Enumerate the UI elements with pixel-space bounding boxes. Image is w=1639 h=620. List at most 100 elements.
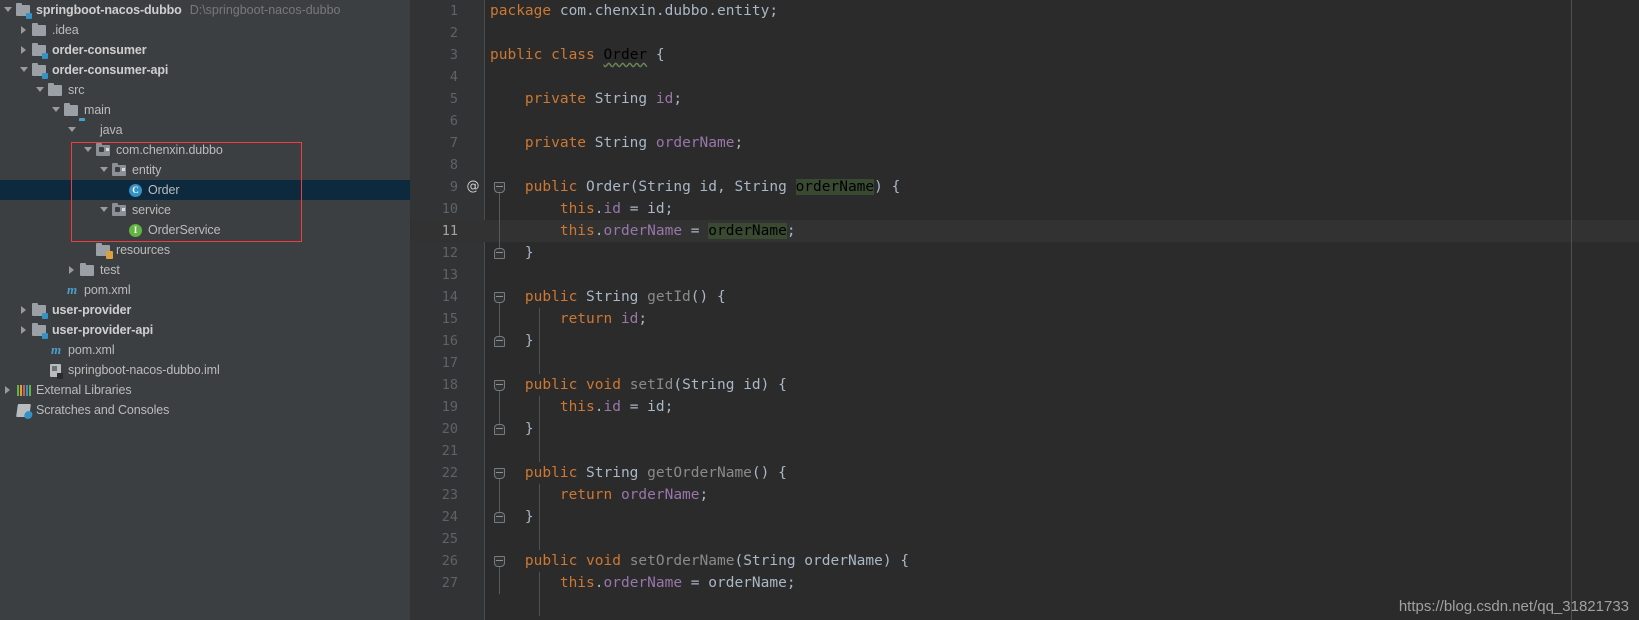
code-line[interactable]: 16 }: [410, 330, 1639, 352]
code-line[interactable]: 20 }: [410, 418, 1639, 440]
chevron-down-icon[interactable]: [82, 140, 95, 160]
tree-item-label: resources: [116, 243, 170, 257]
code-line[interactable]: 3 public class Order {: [410, 44, 1639, 66]
tree-item-main[interactable]: main: [0, 100, 410, 120]
module-icon: [15, 0, 33, 20]
code-editor[interactable]: 1 package com.chenxin.dubbo.entity; 2 3 publ…: [410, 0, 1639, 620]
folder-icon: [79, 260, 97, 280]
chevron-down-icon[interactable]: [18, 60, 31, 80]
tree-item-user-provider[interactable]: user-provider: [0, 300, 410, 320]
chevron-down-icon[interactable]: [98, 160, 111, 180]
code-line[interactable]: 24 }: [410, 506, 1639, 528]
code-line[interactable]: 5 private String id;: [410, 88, 1639, 110]
tree-item-pom-xml[interactable]: m pom.xml: [0, 340, 410, 360]
code-line[interactable]: 8: [410, 154, 1639, 176]
chevron-right-icon[interactable]: [18, 300, 31, 320]
tree-item-test[interactable]: test: [0, 260, 410, 280]
tree-item-springboot-nacos-dubbo-iml[interactable]: springboot-nacos-dubbo.iml: [0, 360, 410, 380]
code-text: this.orderName = orderName;: [559, 223, 796, 239]
line-number: 27: [441, 575, 458, 591]
line-number: 10: [441, 201, 458, 217]
chevron-down-icon[interactable]: [66, 120, 79, 140]
iml-file-icon: [47, 360, 65, 380]
code-line[interactable]: 1 package com.chenxin.dubbo.entity;: [410, 0, 1639, 22]
code-line[interactable]: 26 public void setOrderName(String order…: [410, 550, 1639, 572]
module-icon: [31, 320, 49, 340]
tree-item-order[interactable]: C Order: [0, 180, 410, 200]
tree-item-label: entity: [132, 163, 162, 177]
package-icon: [111, 160, 129, 180]
tree-item-src[interactable]: src: [0, 80, 410, 100]
code-line[interactable]: 18 public void setId(String id) {: [410, 374, 1639, 396]
tree-item-order-consumer[interactable]: order-consumer: [0, 40, 410, 60]
chevron-down-icon[interactable]: [98, 200, 111, 220]
tree-item-pom-xml[interactable]: m pom.xml: [0, 280, 410, 300]
indent-guide: [539, 572, 540, 616]
code-line[interactable]: 15 return id;: [410, 308, 1639, 330]
code-line[interactable]: 12 }: [410, 242, 1639, 264]
annotation-gutter-icon[interactable]: @: [466, 176, 480, 198]
folder-icon: [31, 20, 49, 40]
code-line[interactable]: 10 this.id = id;: [410, 198, 1639, 220]
tree-item-label: service: [132, 203, 171, 217]
chevron-right-icon[interactable]: [18, 20, 31, 40]
tree-item-label: com.chenxin.dubbo: [116, 143, 223, 157]
code-line[interactable]: 21: [410, 440, 1639, 462]
chevron-right-icon[interactable]: [18, 40, 31, 60]
project-tree-panel[interactable]: springboot-nacos-dubbo D:\springboot-naco…: [0, 0, 410, 620]
tree-item-springboot-nacos-dubbo[interactable]: springboot-nacos-dubbo D:\springboot-naco…: [0, 0, 410, 20]
tree-item-orderservice[interactable]: I OrderService: [0, 220, 410, 240]
maven-icon: m: [50, 342, 62, 357]
code-line[interactable]: 9 @ public Order(String id, String orderN…: [410, 176, 1639, 198]
tree-item-entity[interactable]: entity: [0, 160, 410, 180]
code-line[interactable]: 11 this.orderName = orderName;: [410, 220, 1639, 242]
chevron-down-icon[interactable]: [50, 100, 63, 120]
tree-item-java[interactable]: java: [0, 120, 410, 140]
tree-item-label: src: [68, 83, 85, 97]
tree-item-com-chenxin-dubbo[interactable]: com.chenxin.dubbo: [0, 140, 410, 160]
tree-item-order-consumer-api[interactable]: order-consumer-api: [0, 60, 410, 80]
tree-item-external-libraries[interactable]: External Libraries: [0, 380, 410, 400]
line-number: 4: [449, 69, 458, 85]
line-number: 25: [441, 531, 458, 547]
tree-item-idea[interactable]: .idea: [0, 20, 410, 40]
code-line[interactable]: 25: [410, 528, 1639, 550]
code-line[interactable]: 22 public String getOrderName() {: [410, 462, 1639, 484]
line-number: 2: [449, 25, 458, 41]
code-line[interactable]: 19 this.id = id;: [410, 396, 1639, 418]
chevron-right-icon[interactable]: [2, 380, 15, 400]
tree-item-label: springboot-nacos-dubbo: [36, 3, 182, 17]
code-text: public void setOrderName(String orderNam…: [524, 553, 910, 569]
tree-item-service[interactable]: service: [0, 200, 410, 220]
line-number: 22: [441, 465, 458, 481]
code-line[interactable]: 2: [410, 22, 1639, 44]
resources-folder-icon: [95, 240, 113, 260]
code-line[interactable]: 14 public String getId() {: [410, 286, 1639, 308]
code-line[interactable]: 4: [410, 66, 1639, 88]
chevron-down-icon[interactable]: [34, 80, 47, 100]
tree-item-path: D:\springboot-nacos-dubbo: [189, 3, 341, 17]
tree-item-scratches-and-consoles[interactable]: Scratches and Consoles: [0, 400, 410, 420]
line-number: 6: [449, 113, 458, 129]
maven-icon: m: [66, 282, 78, 297]
tree-item-resources[interactable]: resources: [0, 240, 410, 260]
code-line[interactable]: 6: [410, 110, 1639, 132]
code-line[interactable]: 17: [410, 352, 1639, 374]
code-line[interactable]: 7 private String orderName;: [410, 132, 1639, 154]
chevron-right-icon[interactable]: [18, 320, 31, 340]
tree-item-label: pom.xml: [68, 343, 115, 357]
tree-item-user-provider-api[interactable]: user-provider-api: [0, 320, 410, 340]
code-text: }: [490, 509, 534, 525]
code-line[interactable]: 13: [410, 264, 1639, 286]
folder-icon: [47, 80, 65, 100]
chevron-right-icon[interactable]: [66, 260, 79, 280]
code-line[interactable]: 27 this.orderName = orderName;: [410, 572, 1639, 594]
code-text: public String getOrderName() {: [524, 465, 787, 481]
tree-item-label: user-provider: [52, 303, 132, 317]
chevron-down-icon[interactable]: [2, 0, 15, 20]
code-line[interactable]: 23 return orderName;: [410, 484, 1639, 506]
project-tree-list[interactable]: springboot-nacos-dubbo D:\springboot-naco…: [0, 0, 410, 420]
module-icon: [31, 300, 49, 320]
code-text: }: [490, 421, 534, 437]
